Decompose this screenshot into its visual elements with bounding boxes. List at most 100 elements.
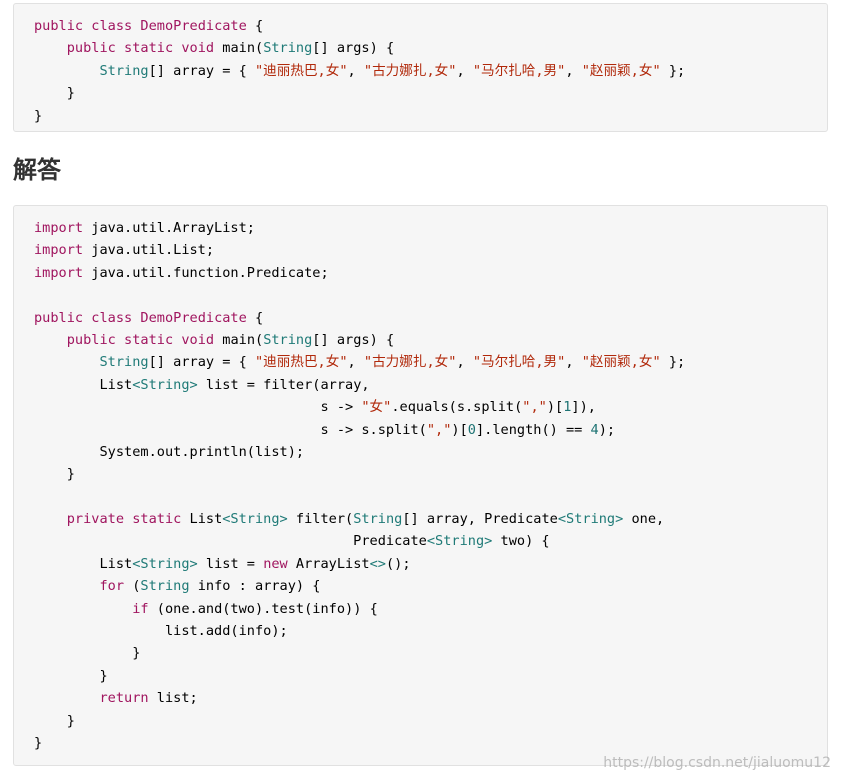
code-token: public class [34, 18, 141, 34]
code-token: DemoPredicate [140, 309, 247, 326]
code-token: "," [522, 399, 547, 416]
code-line: } [34, 710, 685, 732]
code-token: 0 [467, 421, 476, 438]
code-token: )[ [451, 421, 468, 438]
code-line: List<String> list = filter(array, [34, 374, 685, 396]
code-block-array: public class DemoPredicate { public stat… [13, 3, 828, 132]
code-token: private static [66, 511, 182, 528]
code-line: s -> s.split(",")[0].length() == 4); [34, 419, 685, 441]
code-token: (); [385, 555, 411, 572]
code-token: String [353, 511, 403, 528]
code-line: list.add(info); [34, 620, 685, 642]
code-token: for [99, 578, 125, 595]
code-token: <String> [426, 533, 493, 550]
code-token: info : array) { [189, 578, 321, 595]
code-token: } [34, 734, 43, 751]
code-token: two) { [492, 533, 550, 550]
code-token: String [263, 40, 313, 57]
code-line: return list; [34, 687, 685, 709]
code-line: } [34, 463, 685, 485]
code-token: s -> s.split( [34, 421, 427, 438]
code-token: } [34, 667, 108, 684]
code-token: [] array, Predicate [402, 511, 558, 528]
code-token: , [565, 354, 582, 371]
code-token: <String> [132, 376, 198, 393]
code-token: String [99, 354, 149, 371]
code-token: , [456, 354, 473, 371]
code-token: } [34, 712, 75, 729]
code-token: main( [214, 331, 264, 348]
code-token: List [34, 555, 133, 572]
code-token: , [347, 62, 364, 79]
code-lines: public class DemoPredicate { public stat… [34, 15, 685, 127]
code-token: DemoPredicate [140, 18, 247, 34]
code-token: } [34, 107, 43, 124]
code-line: } [34, 665, 685, 687]
code-token: )[ [546, 399, 564, 416]
code-line: } [34, 642, 685, 664]
code-token: (one.and(two).test(info)) { [148, 600, 378, 617]
section-heading-answer: 解答 [13, 156, 61, 184]
code-line: public class DemoPredicate { [34, 15, 685, 37]
code-token: new [263, 555, 288, 572]
code-token: import [34, 264, 84, 281]
code-token: return [99, 690, 149, 707]
code-line: for (String info : array) { [34, 575, 685, 597]
code-token: System.out.println(list); [34, 443, 305, 460]
code-token: ArrayList [287, 555, 370, 572]
code-token: , [565, 62, 582, 79]
code-token: "女" [361, 399, 392, 416]
code-token: <String> [132, 555, 198, 572]
code-token: ( [124, 578, 141, 595]
code-line: public static void main(String[] args) { [34, 329, 685, 351]
code-token: [] args) { [312, 40, 395, 57]
code-token: }; [660, 354, 686, 371]
code-line: import java.util.List; [34, 239, 685, 261]
code-token: [] array = { [148, 354, 255, 371]
code-token: s -> [34, 399, 362, 416]
code-token: String [263, 331, 313, 348]
code-token: String [99, 62, 149, 79]
code-token: "," [426, 421, 452, 438]
code-line: s -> "女".equals(s.split(",")[1]), [34, 396, 685, 418]
code-token: }; [660, 62, 686, 79]
code-token: one, [623, 511, 665, 528]
code-line: System.out.println(list); [34, 441, 685, 463]
code-line: } [34, 82, 685, 104]
code-line: List<String> list = new ArrayList<>(); [34, 553, 685, 575]
code-token: <> [369, 555, 386, 572]
code-line: import java.util.function.Predicate; [34, 262, 685, 284]
code-line: } [34, 732, 685, 754]
code-line: private static List<String> filter(Strin… [34, 508, 685, 530]
code-line: Predicate<String> two) { [34, 530, 685, 552]
code-token: list.add(info); [34, 623, 288, 640]
code-token: "迪丽热巴,女" [255, 354, 348, 371]
code-token: public static void [66, 331, 215, 348]
code-token: , [456, 62, 473, 79]
code-lines: import java.util.ArrayList; import java.u… [34, 217, 685, 754]
code-token: "马尔扎哈,男" [472, 354, 566, 371]
code-token: "古力娜扎,女" [363, 62, 457, 79]
code-token: String [140, 578, 190, 595]
code-line: import java.util.ArrayList; [34, 217, 685, 239]
code-token: .equals(s.split( [391, 399, 523, 416]
code-token: <String> [557, 511, 624, 528]
code-line: String[] array = { "迪丽热巴,女", "古力娜扎,女", "… [34, 60, 685, 82]
code-line: public static void main(String[] args) { [34, 37, 685, 59]
code-token: [] array = { [148, 62, 255, 79]
code-token: [] args) { [312, 331, 395, 348]
code-token: List [181, 511, 223, 528]
code-line: if (one.and(two).test(info)) { [34, 598, 685, 620]
code-token: public class [34, 309, 141, 326]
code-token: java.util.function.Predicate; [83, 264, 329, 281]
code-line: String[] array = { "迪丽热巴,女", "古力娜扎,女", "… [34, 351, 685, 373]
code-token: public static void [66, 40, 215, 57]
code-token: List [34, 376, 133, 393]
code-line: } [34, 105, 685, 127]
